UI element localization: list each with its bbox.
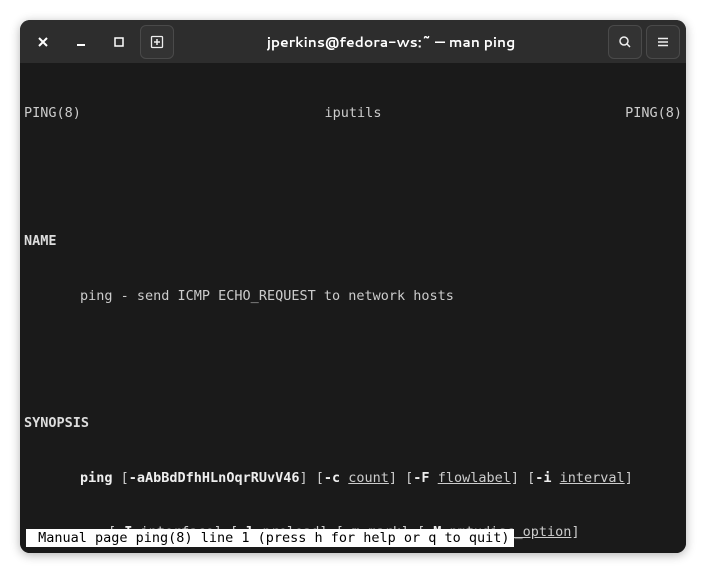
terminal-content[interactable]: PING(8) iputils PING(8) NAME ping - send… xyxy=(20,64,686,553)
synopsis-line-1: ping [-aAbBdDfhHLnOqrRUvV46] [-c count] … xyxy=(24,469,682,487)
hamburger-menu-button[interactable] xyxy=(646,25,680,59)
minimize-button[interactable] xyxy=(64,25,98,59)
search-button[interactable] xyxy=(608,25,642,59)
man-header: PING(8) iputils PING(8) xyxy=(24,104,682,122)
name-line: ping - send ICMP ECHO_REQUEST to network… xyxy=(24,287,682,305)
man-header-right: PING(8) xyxy=(625,104,682,122)
pager-status-line: Manual page ping(8) line 1 (press h for … xyxy=(26,529,514,547)
section-name: NAME xyxy=(24,232,682,250)
man-header-left: PING(8) xyxy=(24,104,81,122)
titlebar: jperkins@fedora-ws:~ — man ping xyxy=(20,20,686,64)
close-button[interactable] xyxy=(26,25,60,59)
maximize-button[interactable] xyxy=(102,25,136,59)
new-tab-button[interactable] xyxy=(140,25,174,59)
man-header-center: iputils xyxy=(325,104,382,122)
terminal-window: jperkins@fedora-ws:~ — man ping PING(8) … xyxy=(20,20,686,553)
section-synopsis: SYNOPSIS xyxy=(24,414,682,432)
window-title: jperkins@fedora-ws:~ — man ping xyxy=(178,32,604,52)
